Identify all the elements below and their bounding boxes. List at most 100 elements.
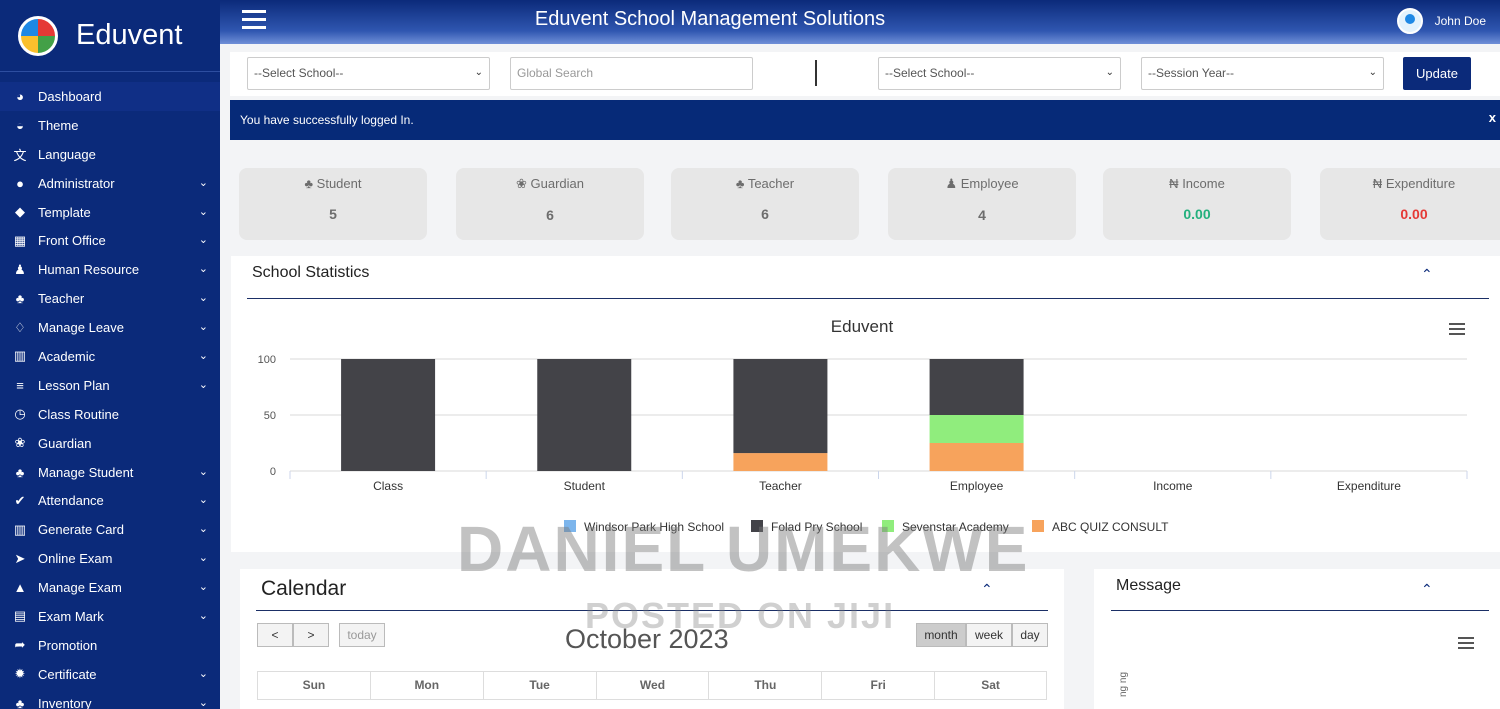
stat-card-teacher[interactable]: ♣ Teacher 6 bbox=[671, 168, 859, 240]
sidebar-item-label: Language bbox=[38, 146, 96, 162]
stat-card-value: 0.00 bbox=[1183, 206, 1211, 222]
sidebar-item-promotion[interactable]: ➦ Promotion bbox=[0, 631, 220, 660]
bar-folad-pry-school-student bbox=[537, 359, 632, 471]
school-select-1[interactable]: --Select School-- ⌄ bbox=[247, 57, 490, 90]
session-year-value: --Session Year-- bbox=[1148, 66, 1235, 80]
chevron-down-icon: ⌄ bbox=[1368, 67, 1377, 78]
user-menu[interactable]: John Doe bbox=[1396, 8, 1486, 34]
update-button[interactable]: Update bbox=[1403, 57, 1471, 90]
avatar-icon bbox=[1396, 8, 1423, 34]
stat-card-label-text: Expenditure bbox=[1385, 176, 1456, 191]
school-select-2-value: --Select School-- bbox=[885, 66, 975, 80]
brand[interactable]: Eduvent bbox=[0, 0, 220, 72]
share-icon: ➦ bbox=[14, 637, 26, 653]
naira-icon: ₦ bbox=[1169, 176, 1179, 191]
message-panel: Message ⌃ ng ng bbox=[1094, 569, 1500, 709]
sidebar-item-label: Exam Mark bbox=[38, 608, 104, 624]
chart-menu-icon[interactable] bbox=[1458, 637, 1474, 652]
sidebar-item-attendance[interactable]: ✔ Attendance ⌄ bbox=[0, 486, 220, 515]
sidebar-item-manage-exam[interactable]: ▲ Manage Exam ⌄ bbox=[0, 573, 220, 602]
sidebar-item-online-exam[interactable]: ➤ Online Exam ⌄ bbox=[0, 544, 220, 573]
bar-abc-quiz-consult-teacher bbox=[733, 453, 828, 471]
message-chart-axis-label: ng ng bbox=[1118, 671, 1129, 697]
chevron-down-icon: ⌄ bbox=[198, 667, 208, 680]
filter-bar: --Select School-- ⌄ Global Search --Sele… bbox=[230, 52, 1500, 96]
bar-folad-pry-school-teacher bbox=[733, 359, 828, 454]
stat-card-value: 4 bbox=[978, 207, 986, 223]
stat-card-label: ♣ Student bbox=[239, 176, 427, 191]
sidebar-item-language[interactable]: 文 Language bbox=[0, 140, 220, 169]
user-name: John Doe bbox=[1434, 14, 1486, 28]
sidebar-item-certificate[interactable]: ✹ Certificate ⌄ bbox=[0, 660, 220, 689]
office-icon: ▦ bbox=[13, 232, 27, 248]
sidebar-item-class-routine[interactable]: ◷ Class Routine bbox=[0, 400, 220, 429]
close-icon[interactable]: x bbox=[1489, 110, 1496, 125]
sidebar-menu: ◕ Dashboard ◒ Theme 文 Language ● Administrator ⌄… bbox=[0, 82, 220, 709]
sidebar-item-exam-mark[interactable]: ▤ Exam Mark ⌄ bbox=[0, 602, 220, 631]
stat-card-expenditure[interactable]: ₦ Expenditure 0.00 bbox=[1320, 168, 1500, 240]
sidebar-item-generate-card[interactable]: ▥ Generate Card ⌄ bbox=[0, 515, 220, 544]
calendar-day-view-button[interactable]: day bbox=[1012, 623, 1048, 647]
sidebar-item-label: Academic bbox=[38, 348, 96, 364]
school-statistics-chart: Eduvent 0 50 100 Class Student Teacher Employee… bbox=[258, 317, 1468, 534]
chevron-down-icon: ⌄ bbox=[198, 523, 208, 536]
chevron-down-icon: ⌄ bbox=[198, 205, 208, 218]
sidebar-item-label: Dashboard bbox=[38, 88, 102, 104]
sidebar-item-human-resource[interactable]: ♟ Human Resource ⌄ bbox=[0, 255, 220, 284]
calendar-week-view-button[interactable]: week bbox=[966, 623, 1012, 647]
calendar-day-header: Thu bbox=[708, 672, 822, 700]
sidebar-item-administrator[interactable]: ● Administrator ⌄ bbox=[0, 169, 220, 198]
sidebar-item-guardian[interactable]: ❀ Guardian bbox=[0, 429, 220, 458]
sidebar-item-manage-leave[interactable]: ♢ Manage Leave ⌄ bbox=[0, 313, 220, 342]
sidebar-item-label: Manage Student bbox=[38, 464, 134, 480]
global-search-input[interactable]: Global Search bbox=[510, 57, 753, 90]
sidebar-item-dashboard[interactable]: ◕ Dashboard bbox=[0, 82, 220, 111]
barcode-icon: ▥ bbox=[13, 521, 27, 537]
sidebar-item-label: Front Office bbox=[38, 233, 106, 249]
stat-card-label-text: Teacher bbox=[747, 176, 795, 191]
stat-card-student[interactable]: ♣ Student 5 bbox=[239, 168, 427, 240]
legend-swatch bbox=[1032, 520, 1044, 532]
sidebar-item-label: Attendance bbox=[38, 493, 104, 509]
calendar-month-view-button[interactable]: month bbox=[916, 623, 966, 647]
naira-icon: ₦ bbox=[1372, 176, 1383, 191]
global-search-placeholder: Global Search bbox=[517, 66, 594, 80]
collapse-chevron-up-icon[interactable]: ⌃ bbox=[1421, 581, 1433, 598]
session-year-select[interactable]: --Session Year-- ⌄ bbox=[1141, 57, 1384, 90]
calendar-prev-button[interactable]: < bbox=[257, 623, 293, 647]
stat-card-value: 0.00 bbox=[1400, 206, 1428, 222]
sidebar-item-template[interactable]: ◆ Template ⌄ bbox=[0, 198, 220, 227]
chevron-down-icon: ⌄ bbox=[198, 494, 208, 507]
sidebar-item-label: Lesson Plan bbox=[38, 377, 110, 393]
sidebar-item-label: Guardian bbox=[38, 435, 92, 451]
sidebar-item-front-office[interactable]: ▦ Front Office ⌄ bbox=[0, 226, 220, 255]
sidebar-item-lesson-plan[interactable]: ≡ Lesson Plan ⌄ bbox=[0, 371, 220, 400]
calendar-today-button[interactable]: today bbox=[339, 623, 385, 647]
sidebar-item-manage-student[interactable]: ♣ Manage Student ⌄ bbox=[0, 458, 220, 487]
stat-card-income[interactable]: ₦ Income 0.00 bbox=[1103, 168, 1291, 240]
calendar-next-button[interactable]: > bbox=[293, 623, 329, 647]
chevron-down-icon: ⌄ bbox=[198, 350, 208, 363]
school-select-2[interactable]: --Select School-- ⌄ bbox=[878, 57, 1121, 90]
tag-icon: ◆ bbox=[15, 204, 25, 219]
bar-folad-pry-school-class bbox=[341, 359, 436, 471]
stat-card-label-text: Employee bbox=[960, 176, 1019, 191]
chevron-down-icon: ⌄ bbox=[198, 263, 208, 276]
sidebar-item-theme[interactable]: ◒ Theme bbox=[0, 111, 220, 140]
stat-card-guardian[interactable]: ❀ Guardian 6 bbox=[456, 168, 644, 240]
x-tick-label: Expenditure bbox=[1337, 479, 1401, 493]
sidebar-item-teacher[interactable]: ♣ Teacher ⌄ bbox=[0, 284, 220, 313]
sidebar-item-label: Manage Exam bbox=[38, 580, 122, 596]
sidebar-item-inventory[interactable]: ♣ Inventory ⌄ bbox=[0, 689, 220, 709]
calendar-day-header: Tue bbox=[482, 672, 596, 700]
stat-card-label: ❀ Guardian bbox=[456, 176, 644, 192]
sidebar-item-label: Theme bbox=[38, 117, 79, 133]
app-title: Eduvent School Management Solutions bbox=[534, 8, 886, 30]
stat-card-employee[interactable]: ♟ Employee 4 bbox=[888, 168, 1076, 240]
chevron-down-icon: ⌄ bbox=[198, 610, 208, 623]
stat-card-value: 6 bbox=[546, 207, 554, 223]
sidebar-item-academic[interactable]: ▥ Academic ⌄ bbox=[0, 342, 220, 371]
sidebar-item-label: Generate Card bbox=[38, 522, 124, 538]
sidebar-item-label: Human Resource bbox=[38, 262, 140, 278]
paw-icon: ❀ bbox=[515, 176, 527, 191]
